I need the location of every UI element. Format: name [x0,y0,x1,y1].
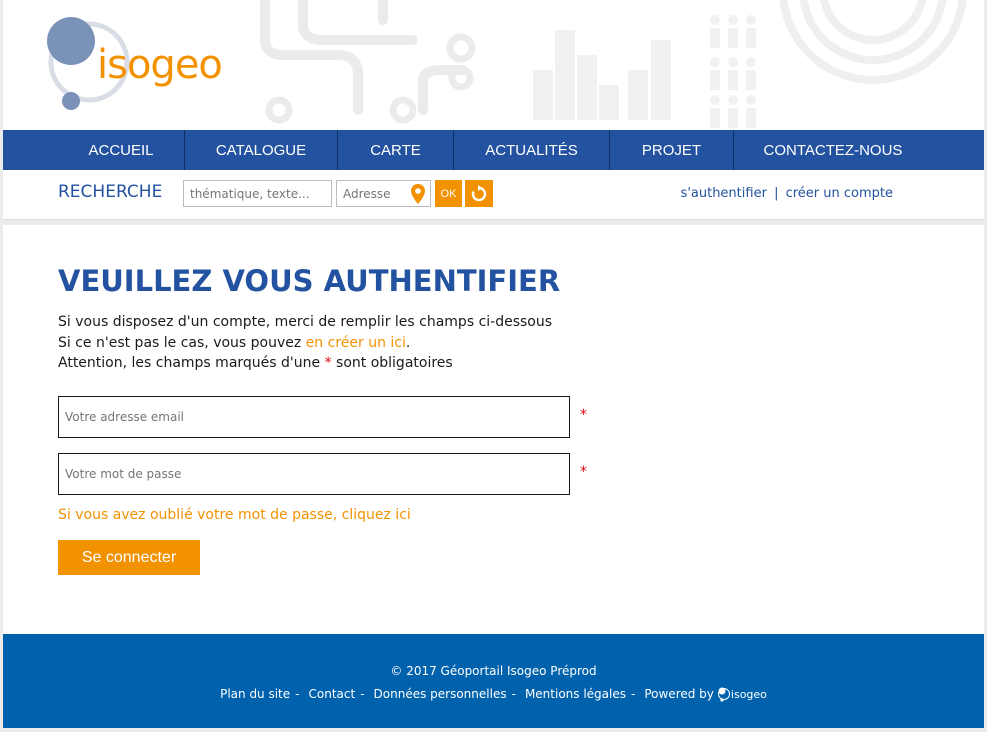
email-required-marker: * [580,407,587,423]
powered-by-label: Powered by [644,687,714,701]
intro-text: Si vous disposez d'un compte, merci de r… [58,312,552,374]
nav-item-projet[interactable]: PROJET [610,130,734,170]
forgot-password-link[interactable]: Si vous avez oublié votre mot de passe, … [58,507,411,523]
login-link[interactable]: s'authentifier [681,186,767,201]
isogeo-logo[interactable]: isogeo [41,14,251,114]
page-title: VEUILLEZ VOUS AUTHENTIFIER [58,264,561,298]
footer-link-mentions-legales[interactable]: Mentions légales [525,687,626,701]
site-header: isogeo [3,0,984,130]
copyright-text: © 2017 Géoportail Isogeo Préprod [390,664,597,678]
email-field[interactable] [58,396,570,438]
intro-line-2: Si ce n'est pas le cas, vous pouvez en c… [58,333,552,354]
nav-item-carte[interactable]: CARTE [338,130,454,170]
footer-link-contact[interactable]: Contact [309,687,356,701]
intro-line-2-prefix: Si ce n'est pas le cas, vous pouvez [58,334,306,351]
auth-separator: | [774,186,779,201]
main-nav: ACCUEIL CATALOGUE CARTE ACTUALITÉS PROJE… [3,130,984,170]
reset-search-button[interactable] [465,180,493,207]
search-bar: RECHERCHE OK s'authentifier | créer un c… [3,170,984,220]
password-required-marker: * [580,464,587,480]
login-button[interactable]: Se connecter [58,540,200,575]
nav-item-catalogue[interactable]: CATALOGUE [185,130,338,170]
powered-by: Powered by isogeo [644,686,767,702]
isogeo-mark-icon [717,687,730,702]
search-title: RECHERCHE [58,182,163,202]
intro-line-2-suffix: . [405,334,411,351]
required-star: * [324,355,332,371]
intro-line-3: Attention, les champs marqués d'une * so… [58,353,552,374]
intro-line-1: Si vous disposez d'un compte, merci de r… [58,314,553,330]
footer-separator: - [631,687,636,701]
site-footer: © 2017 Géoportail Isogeo Préprod Plan du… [3,634,984,728]
password-field[interactable] [58,453,570,495]
nav-item-accueil[interactable]: ACCUEIL [58,130,185,170]
nav-item-contactez-nous[interactable]: CONTACTEZ-NOUS [734,130,932,170]
signup-link[interactable]: créer un compte [786,186,893,201]
search-ok-button[interactable]: OK [435,180,462,207]
create-account-link[interactable]: en créer un ici [306,335,406,351]
logo-wordmark: isogeo [97,42,223,88]
footer-link-plan-du-site[interactable]: Plan du site [220,687,290,701]
auth-links: s'authentifier | créer un compte [681,186,893,201]
footer-logo-wordmark: isogeo [730,687,767,701]
footer-separator: - [360,687,365,701]
login-panel: VEUILLEZ VOUS AUTHENTIFIER Si vous dispo… [3,225,984,634]
search-input[interactable] [183,180,332,207]
footer-separator: - [295,687,300,701]
footer-separator: - [511,687,516,701]
footer-link-donnees-personnelles[interactable]: Données personnelles [374,687,507,701]
refresh-icon [471,184,487,201]
intro-line-3-prefix: Attention, les champs marqués d'une [58,355,325,371]
footer-links: Plan du site - Contact - Données personn… [3,686,984,702]
intro-line-3-suffix: sont obligatoires [331,355,453,371]
map-pin-icon[interactable] [411,184,425,204]
nav-item-actualites[interactable]: ACTUALITÉS [454,130,610,170]
footer-isogeo-logo[interactable]: isogeo [717,686,767,702]
